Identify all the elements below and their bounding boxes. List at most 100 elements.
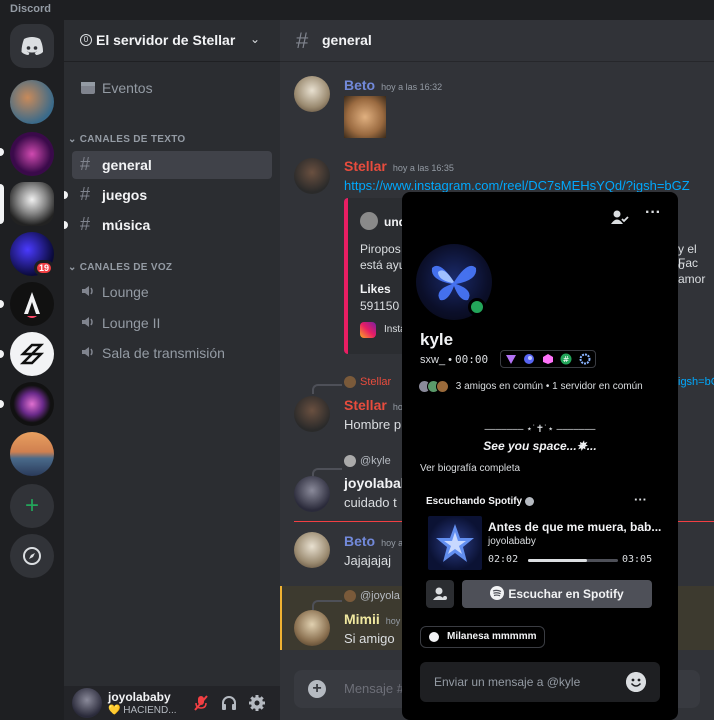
app-title: Discord	[10, 3, 51, 15]
reply-preview[interactable]: Stellar	[344, 376, 391, 389]
avatar[interactable]	[294, 476, 330, 512]
mutual-info[interactable]: 3 amigos en común • 1 servidor en común	[418, 380, 643, 393]
headphones-icon[interactable]	[220, 694, 238, 712]
calendar-icon	[81, 82, 95, 94]
username[interactable]: joyolababy	[108, 690, 171, 704]
channel-general[interactable]: # general	[72, 151, 272, 179]
avatar	[436, 380, 449, 393]
avatar[interactable]	[72, 688, 102, 718]
nitro-badge-icon[interactable]	[505, 353, 517, 365]
server-header[interactable]: 0 El servidor de Stellar ⌄	[64, 20, 280, 62]
speaker-icon	[82, 286, 93, 296]
timestamp: hoy a las 16:35	[392, 163, 454, 173]
voice-channel-stage[interactable]: Sala de transmisión	[72, 339, 272, 367]
server-name: El servidor de Stellar	[96, 32, 236, 48]
server-icon-4[interactable]	[10, 382, 54, 426]
boost-badge-icon[interactable]	[523, 353, 535, 365]
gem-badge-icon[interactable]	[542, 353, 554, 365]
voice-channel-lounge[interactable]: Lounge	[72, 278, 272, 306]
reply-connector	[312, 600, 342, 610]
events-label: Eventos	[102, 80, 153, 96]
message-author[interactable]: Beto hoy a	[344, 533, 403, 549]
display-name: kyle	[420, 330, 454, 349]
channel-label: Sala de transmisión	[102, 345, 225, 361]
avatar	[344, 455, 356, 468]
more-options-icon[interactable]: ···	[634, 492, 647, 507]
profile-handle[interactable]: sxw_ • 00:00	[420, 353, 488, 366]
voice-category[interactable]: ⌄ CANALES DE VOZ	[68, 262, 172, 273]
channel-musica[interactable]: # música	[64, 211, 272, 239]
message-text: Hombre p	[344, 417, 402, 432]
zed-logo-icon	[19, 343, 45, 365]
online-status-indicator	[468, 298, 486, 316]
unread-pill	[0, 350, 4, 358]
avatar[interactable]	[294, 158, 330, 194]
more-options-icon[interactable]: ···	[642, 204, 664, 226]
dm-message-input[interactable]: Enviar un mensaje a @kyle	[420, 662, 660, 702]
profile-popout: ··· kyle sxw_ • 00:00 # 3 amigos en comú…	[402, 192, 678, 720]
song-duration: 03:05	[622, 554, 653, 565]
timestamp: hoy a	[381, 538, 404, 548]
message-author[interactable]: joyolabab	[344, 475, 409, 491]
reply-preview[interactable]: @joyola	[344, 590, 400, 603]
timestamp: hoy	[385, 616, 401, 626]
embed-description: o amor	[678, 258, 706, 286]
gear-icon[interactable]	[248, 694, 266, 712]
hash-badge-icon[interactable]: #	[560, 353, 572, 365]
svg-text:#: #	[563, 355, 570, 364]
timestamp: hoy a las 16:32	[381, 82, 443, 92]
avatar[interactable]	[294, 76, 330, 112]
server-icon-astro[interactable]	[10, 282, 54, 326]
avatar[interactable]	[294, 396, 330, 432]
server-icon-2[interactable]	[10, 132, 54, 176]
user-panel: joyolababy 💛 HACIEND...	[64, 686, 280, 720]
events-item[interactable]: Eventos	[72, 74, 272, 102]
avatar[interactable]	[294, 610, 330, 646]
channel-label: música	[102, 217, 151, 233]
embed-field-value: 591150	[360, 299, 400, 313]
embed-field-name: Likes	[360, 282, 391, 296]
gif-attachment[interactable]	[344, 96, 386, 138]
message-author[interactable]: Stellar hoy a las 16:35	[344, 158, 454, 174]
server-icon-panda[interactable]	[10, 182, 54, 226]
message-link[interactable]: https://www.instagram.com/reel/DC7sMEHsY…	[344, 178, 690, 193]
reply-preview[interactable]: @kyle	[344, 455, 391, 468]
quest-badge-icon[interactable]	[579, 353, 591, 365]
server-icon-1[interactable]	[10, 80, 54, 124]
server-icon-5[interactable]	[10, 432, 54, 476]
spotify-icon	[490, 586, 505, 600]
composer-placeholder: Mensaje #	[344, 681, 404, 696]
avatar	[344, 590, 356, 603]
server-rail: 19 +	[0, 20, 64, 720]
discover-button[interactable]	[10, 534, 54, 578]
add-server-button[interactable]: +	[10, 484, 54, 528]
friend-icon[interactable]	[608, 206, 630, 228]
view-full-bio-link[interactable]: Ver biografía completa	[420, 463, 520, 474]
message-author[interactable]: Stellar ho	[344, 397, 403, 413]
album-cover[interactable]	[428, 516, 482, 570]
server-icon-zed[interactable]	[10, 332, 54, 376]
listen-along-button[interactable]	[426, 580, 454, 608]
play-on-spotify-button[interactable]: Escuchar en Spotify	[462, 580, 652, 608]
dm-placeholder: Enviar un mensaje a @kyle	[434, 675, 581, 689]
text-category[interactable]: ⌄ CANALES DE TEXTO	[68, 134, 186, 145]
mic-muted-icon[interactable]	[192, 694, 210, 712]
message-author[interactable]: Beto hoy a las 16:32	[344, 77, 442, 93]
song-artist[interactable]: joyolababy	[488, 536, 536, 547]
hash-icon: #	[80, 214, 91, 234]
add-attachment-icon[interactable]: +	[308, 680, 326, 698]
title-bar: Discord	[0, 0, 714, 20]
voice-channel-lounge-ii[interactable]: Lounge II	[72, 309, 272, 337]
channel-juegos[interactable]: # juegos	[64, 181, 272, 209]
custom-status-note[interactable]: Milanesa mmmmm	[420, 626, 546, 648]
home-button[interactable]	[10, 24, 54, 68]
avatar[interactable]	[294, 532, 330, 568]
song-title[interactable]: Antes de que me muera, bab...	[488, 520, 661, 534]
boost-level-icon: 0	[80, 34, 92, 46]
emoji-icon[interactable]	[626, 672, 646, 692]
activity-title: Escuchando Spotify	[426, 496, 534, 507]
elapsed-time: 02:02	[488, 554, 519, 565]
message-author[interactable]: Mimii hoy	[344, 611, 400, 627]
speaker-icon	[82, 347, 93, 357]
progress-track	[528, 559, 618, 562]
